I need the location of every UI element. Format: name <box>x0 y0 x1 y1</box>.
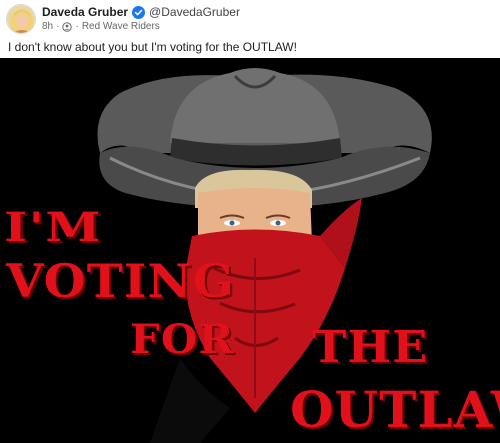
meta-separator: · <box>56 21 60 32</box>
post-timestamp[interactable]: 8h <box>42 21 53 32</box>
group-name[interactable]: Red Wave Riders <box>82 21 160 32</box>
image-text-the: THE <box>312 322 429 373</box>
image-text-im: I'M <box>4 204 102 251</box>
image-text-for: FOR <box>130 316 235 363</box>
meta-separator: · <box>75 21 79 32</box>
post-image[interactable]: I'M VOTING FOR THE OUTLAW <box>0 58 500 443</box>
author-name[interactable]: Daveda Gruber <box>42 5 128 19</box>
post-meta: 8h · · Red Wave Riders <box>42 20 160 33</box>
avatar-image <box>7 5 35 33</box>
verified-badge-icon <box>132 5 146 19</box>
social-post: Daveda Gruber @DavedaGruber 8h · · Red W <box>0 0 500 443</box>
post-header: Daveda Gruber @DavedaGruber 8h · · Red W <box>0 0 500 37</box>
image-text-voting: VOTING <box>6 254 235 308</box>
author-row: Daveda Gruber @DavedaGruber <box>42 4 240 20</box>
author-avatar[interactable] <box>6 4 36 34</box>
image-text-outlaw: OUTLAW <box>290 380 500 439</box>
post-text: I don't know about you but I'm voting fo… <box>8 40 297 54</box>
author-handle[interactable]: @DavedaGruber <box>149 5 240 19</box>
group-audience-icon <box>62 21 73 32</box>
